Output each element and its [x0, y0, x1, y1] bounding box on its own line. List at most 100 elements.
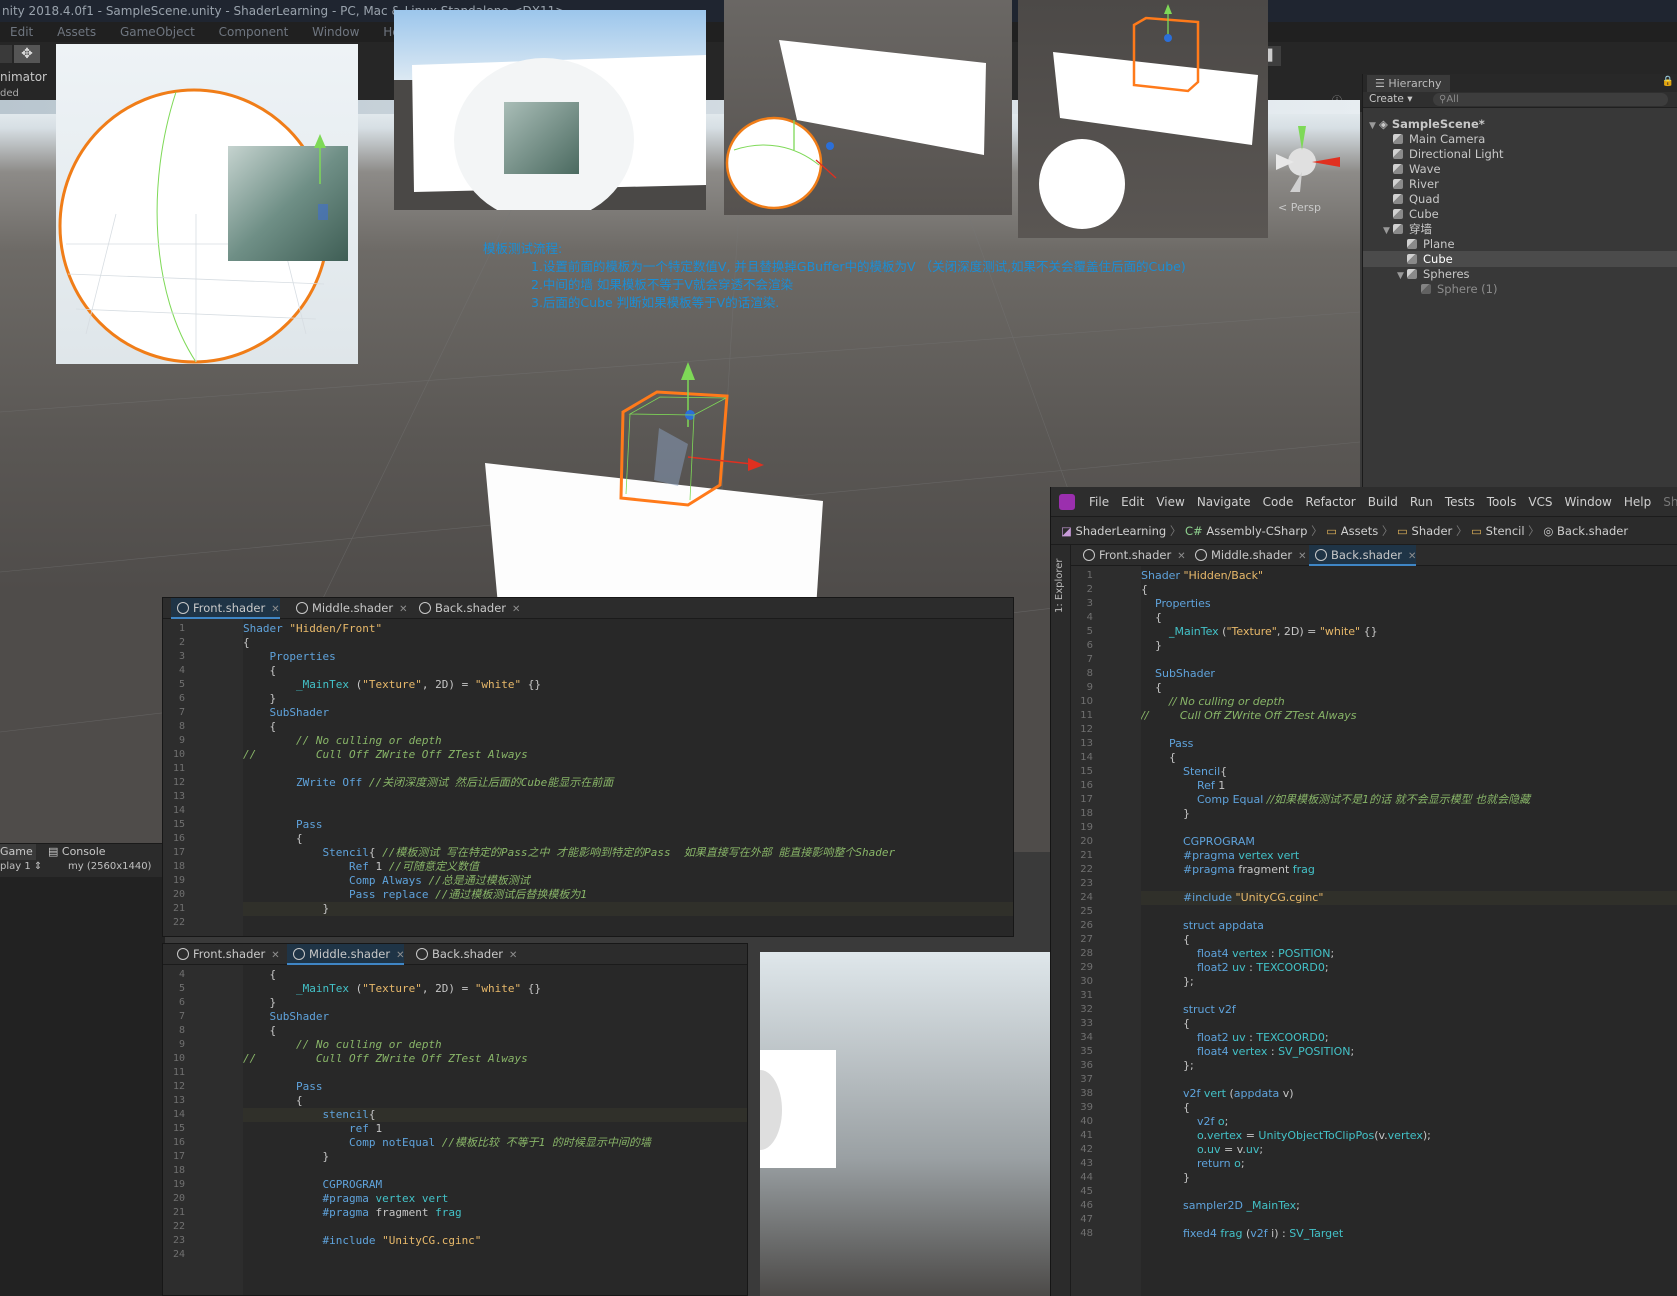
code-line[interactable]: // No culling or depth: [1141, 695, 1285, 709]
ide-menu-item[interactable]: View: [1156, 495, 1184, 509]
code-line[interactable]: }: [1141, 807, 1190, 821]
menu-component[interactable]: Component: [219, 25, 289, 39]
middle-code-area[interactable]: { _MainTex ("Texture", 2D) = "white" {} …: [243, 965, 747, 1295]
close-icon[interactable]: ✕: [271, 604, 279, 615]
hierarchy-item-plane[interactable]: Plane: [1363, 236, 1677, 252]
code-line[interactable]: #pragma vertex vert: [243, 1192, 448, 1206]
code-line[interactable]: {: [243, 720, 276, 734]
back-code-area[interactable]: Shader "Hidden/Back"{ Properties { _Main…: [1141, 566, 1677, 1296]
code-line[interactable]: sampler2D _MainTex;: [1141, 1199, 1300, 1213]
hierarchy-item-cube-selected[interactable]: Cube: [1363, 251, 1677, 267]
ide-menu-item[interactable]: VCS: [1528, 495, 1552, 509]
code-line[interactable]: Ref 1 //可随意定义数值: [243, 860, 479, 874]
hierarchy-item-cube[interactable]: Cube: [1363, 206, 1677, 222]
breadcrumb-item[interactable]: Assembly-CSharp: [1206, 524, 1307, 538]
code-line[interactable]: {: [1141, 611, 1162, 625]
code-line[interactable]: Shader "Hidden/Back": [1141, 569, 1263, 583]
code-line[interactable]: }: [243, 996, 276, 1010]
hierarchy-item-river[interactable]: River: [1363, 176, 1677, 192]
code-line[interactable]: _MainTex ("Texture", 2D) = "white" {}: [1141, 625, 1378, 639]
code-line[interactable]: #pragma fragment frag: [243, 1206, 461, 1220]
menu-window[interactable]: Window: [312, 25, 359, 39]
code-line[interactable]: // Cull Off ZWrite Off ZTest Always: [243, 748, 528, 762]
hierarchy-item-main-camera[interactable]: Main Camera: [1363, 131, 1677, 147]
code-line[interactable]: fixed4 frag (v2f i) : SV_Target: [1141, 1227, 1343, 1241]
hand-tool-button[interactable]: [0, 45, 12, 63]
code-line[interactable]: Comp Equal //如果模板测试不是1的话 就不会显示模型 也就会隐藏: [1141, 793, 1530, 807]
breadcrumb-item[interactable]: ShaderLearning: [1076, 524, 1167, 538]
tab-back-shader[interactable]: Back.shader ✕: [413, 598, 520, 619]
code-line[interactable]: }: [243, 902, 329, 916]
code-line[interactable]: CGPROGRAM: [1141, 835, 1255, 849]
ide-menu-item[interactable]: File: [1089, 495, 1109, 509]
breadcrumb-item[interactable]: Stencil: [1486, 524, 1525, 538]
ide-menu-item[interactable]: Refactor: [1305, 495, 1355, 509]
tab-back-shader[interactable]: Back.shader ✕: [1309, 545, 1417, 566]
hierarchy-tab[interactable]: ☰ Hierarchy: [1367, 75, 1450, 92]
code-line[interactable]: Shader "Hidden/Front": [243, 622, 382, 636]
code-line[interactable]: }: [1141, 1171, 1190, 1185]
code-line[interactable]: };: [1141, 1059, 1194, 1073]
code-line[interactable]: ref 1: [243, 1122, 382, 1136]
code-line[interactable]: o.uv = v.uv;: [1141, 1143, 1263, 1157]
ide-menu-item[interactable]: Help: [1624, 495, 1651, 509]
code-line[interactable]: SubShader: [243, 706, 330, 720]
code-line[interactable]: _MainTex ("Texture", 2D) = "white" {}: [243, 982, 541, 996]
tab-front-shader[interactable]: Front.shader ✕: [171, 944, 280, 965]
breadcrumb-item[interactable]: Back.shader: [1557, 524, 1628, 538]
scene-root-row[interactable]: ▼ ◈ SampleScene*: [1363, 116, 1677, 132]
code-line[interactable]: {: [243, 968, 276, 982]
code-line[interactable]: Comp notEqual //模板比较 不等于1 的时候显示中间的墙: [243, 1136, 651, 1150]
code-line[interactable]: v2f vert (appdata v): [1141, 1087, 1294, 1101]
code-line[interactable]: #include "UnityCG.cginc": [243, 1234, 481, 1248]
code-line[interactable]: {: [243, 1024, 276, 1038]
close-icon[interactable]: ✕: [512, 604, 520, 615]
code-line[interactable]: Pass: [1141, 737, 1193, 751]
code-line[interactable]: Properties: [1141, 597, 1211, 611]
hierarchy-item-sphere-1[interactable]: Sphere (1): [1363, 281, 1677, 297]
code-line[interactable]: }: [1141, 639, 1162, 653]
code-line[interactable]: CGPROGRAM: [243, 1178, 382, 1192]
move-tool-icon[interactable]: ✥: [14, 45, 40, 63]
close-icon[interactable]: ✕: [1177, 551, 1185, 562]
close-icon[interactable]: ✕: [399, 604, 407, 615]
ide-menu-item[interactable]: Tests: [1445, 495, 1475, 509]
close-icon[interactable]: ✕: [1298, 551, 1306, 562]
ide-menu-item[interactable]: Navigate: [1197, 495, 1251, 509]
ide-menu-item[interactable]: Shade: [1663, 495, 1677, 509]
menu-assets[interactable]: Assets: [57, 25, 96, 39]
ide-menu-item[interactable]: Edit: [1121, 495, 1144, 509]
code-line[interactable]: Pass: [243, 1080, 323, 1094]
code-line[interactable]: // No culling or depth: [243, 1038, 442, 1052]
display-dropdown[interactable]: play 1 ⇕: [0, 861, 42, 872]
tab-front-shader[interactable]: Front.shader ✕: [171, 598, 280, 619]
code-line[interactable]: {: [1141, 1017, 1190, 1031]
ide-menu-item[interactable]: Tools: [1487, 495, 1517, 509]
code-line[interactable]: struct v2f: [1141, 1003, 1236, 1017]
code-line[interactable]: Properties: [243, 650, 336, 664]
explorer-label[interactable]: 1: Explorer: [1054, 553, 1065, 613]
tab-middle-shader[interactable]: Middle.shader ✕: [287, 944, 405, 965]
breadcrumb-item[interactable]: Shader: [1412, 524, 1453, 538]
code-line[interactable]: {: [243, 636, 250, 650]
code-line[interactable]: float4 vertex : POSITION;: [1141, 947, 1334, 961]
code-line[interactable]: o.vertex = UnityObjectToClipPos(v.vertex…: [1141, 1129, 1431, 1143]
code-line[interactable]: ZWrite Off //关闭深度测试 然后让后面的Cube能显示在前面: [243, 776, 613, 790]
menu-edit[interactable]: Edit: [10, 25, 33, 39]
tab-middle-shader[interactable]: Middle.shader ✕: [290, 598, 407, 619]
code-line[interactable]: Pass replace //通过模板测试后替换模板为1: [243, 888, 587, 902]
code-line[interactable]: }: [243, 692, 276, 706]
code-line[interactable]: {: [243, 664, 276, 678]
hierarchy-item-directional-light[interactable]: Directional Light: [1363, 146, 1677, 162]
console-tab[interactable]: ▤ Console: [48, 844, 106, 860]
hierarchy-item-wave[interactable]: Wave: [1363, 161, 1677, 177]
code-line[interactable]: Stencil{: [1141, 765, 1227, 779]
game-tab[interactable]: Game: [0, 844, 36, 860]
hierarchy-item-wall-group[interactable]: ▼ 穿墙: [1363, 221, 1677, 237]
hierarchy-item-quad[interactable]: Quad: [1363, 191, 1677, 207]
explorer-side-strip[interactable]: 1: Explorer: [1051, 545, 1071, 1296]
close-icon[interactable]: ✕: [396, 950, 404, 961]
close-icon[interactable]: ✕: [509, 950, 517, 961]
hierarchy-search-input[interactable]: ⚲All: [1433, 93, 1668, 106]
code-line[interactable]: {: [1141, 583, 1148, 597]
